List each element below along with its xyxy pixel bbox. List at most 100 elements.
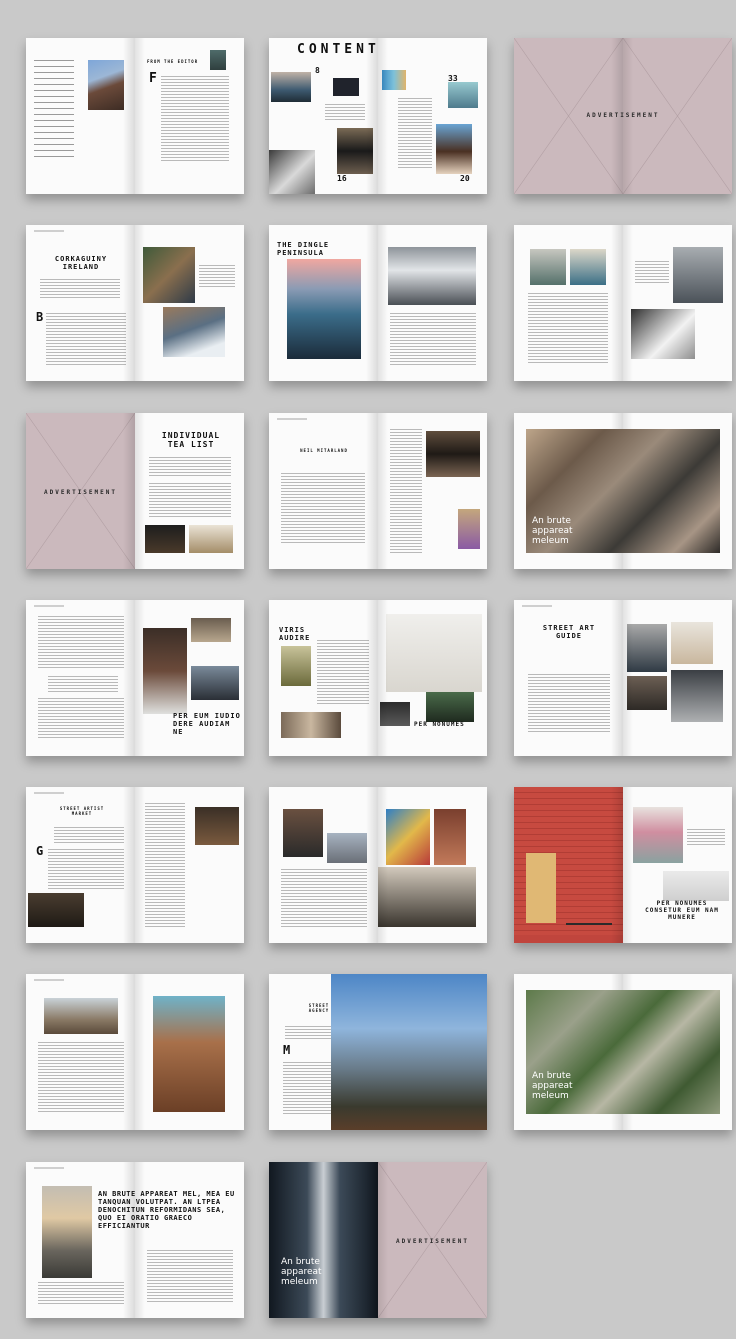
flowers-photo xyxy=(633,807,683,863)
editor-letter-page: FROM THE EDITOR F xyxy=(135,38,244,194)
running-header xyxy=(34,230,64,232)
spread-viris: VIRIS AUDIRE PER NONUMES xyxy=(269,600,487,756)
spread-horse xyxy=(514,225,732,381)
door xyxy=(526,853,556,923)
long-quote-body-left xyxy=(38,1282,124,1306)
editor-heading: FROM THE EDITOR xyxy=(147,59,199,64)
sea-cliff-photo xyxy=(163,307,225,357)
coast-photo-1 xyxy=(530,249,566,285)
window-photo xyxy=(281,712,341,738)
corkaguiny-right xyxy=(135,225,244,381)
curly-portrait-photo xyxy=(143,628,187,714)
dingle-right xyxy=(378,225,487,381)
editor-text xyxy=(161,76,229,162)
rail-photo xyxy=(671,622,713,664)
street-agency-intro xyxy=(285,1026,331,1040)
graffiti-right xyxy=(378,787,487,943)
page-number-16: 16 xyxy=(337,174,347,183)
spread-cn-tower: An brute appareat meleum ADVERTISEMENT xyxy=(269,1162,487,1318)
tower-left xyxy=(26,974,135,1130)
mist-mountain-photo xyxy=(673,247,723,303)
downtown-photo xyxy=(331,974,487,1130)
long-quote-left xyxy=(26,1162,135,1318)
tower-right xyxy=(135,974,244,1130)
tea-title: INDIVIDUAL TEA LIST xyxy=(161,431,221,450)
advertisement-label-3: ADVERTISEMENT xyxy=(396,1238,469,1245)
running-header-4 xyxy=(522,605,552,607)
lagoon-photo xyxy=(448,82,478,108)
street-artist-intro xyxy=(54,827,124,843)
woman-portrait-photo xyxy=(436,124,472,174)
corkaguiny-body xyxy=(46,313,126,365)
page-number-20: 20 xyxy=(460,174,470,183)
keyboard-photo xyxy=(380,702,410,726)
cn-tower-photo xyxy=(269,1162,378,1318)
tea-cup-photo xyxy=(145,525,185,553)
bicycle xyxy=(566,903,612,925)
horse-left xyxy=(514,225,623,381)
street-art-left: STREET ART GUIDE xyxy=(514,600,623,756)
corkaguiny-intro xyxy=(40,279,120,299)
spread-dingle: THE DINGLE PENINSULA xyxy=(269,225,487,381)
running-header-2 xyxy=(277,418,307,420)
brute-overlay-1: An brute appareat meleum xyxy=(532,516,573,546)
desk-photo xyxy=(386,614,482,692)
editor-portrait xyxy=(210,50,226,70)
street-artist-body xyxy=(48,849,124,889)
street-photo xyxy=(627,676,667,710)
corkaguiny-left: CORKAGUINY IRELAND B xyxy=(26,225,135,381)
cn-tower-left: An brute appareat meleum xyxy=(269,1162,378,1318)
bridge-photo xyxy=(88,60,124,110)
street-art-title: STREET ART GUIDE xyxy=(542,624,596,641)
street-artist-title: STREET ARTIST MARKET xyxy=(59,806,105,816)
per-eum-right: PER EUM IUDIO DERE AUDIAM NE xyxy=(135,600,244,756)
mountain-photo xyxy=(388,247,476,305)
per-eum-left xyxy=(26,600,135,756)
spread-neil: NEIL MITARLAND xyxy=(269,413,487,569)
quote-text xyxy=(199,265,235,287)
long-quote-body-right xyxy=(147,1250,233,1302)
horse-body-left xyxy=(528,293,608,365)
white-horse-photo xyxy=(631,309,695,359)
tower-body-left xyxy=(38,1042,124,1114)
plate-photo xyxy=(191,666,239,700)
flowers-text xyxy=(687,829,725,847)
tools-photo xyxy=(28,893,84,927)
camera-hands-photo xyxy=(426,431,480,477)
advert-right-3: ADVERTISEMENT xyxy=(378,1162,487,1318)
spread-tea: ADVERTISEMENT INDIVIDUAL TEA LIST xyxy=(26,413,244,569)
spread-editor: FROM THE EDITOR F xyxy=(26,38,244,194)
laptop-photo xyxy=(426,692,474,722)
street-art-right xyxy=(623,600,732,756)
drop-cap-g: G xyxy=(36,844,45,858)
page-number-33: 33 xyxy=(448,74,458,83)
sunset-city-photo xyxy=(42,1186,92,1278)
neil-right xyxy=(378,413,487,569)
corkaguiny-title: CORKAGUINY IRELAND xyxy=(54,255,108,272)
spread-street-agency: STREET AGENCY M xyxy=(269,974,487,1130)
running-header-3 xyxy=(34,605,64,607)
graffiti-body-left xyxy=(281,869,367,927)
per-nonumes-short: PER NONUMES xyxy=(414,721,465,728)
per-eum-heading: PER EUM IUDIO DERE AUDIAM NE xyxy=(173,712,241,737)
running-header-5 xyxy=(34,792,64,794)
viris-body xyxy=(317,640,369,706)
city-skyline-photo xyxy=(44,998,118,1034)
street-artist-col xyxy=(145,803,185,927)
page-number-8: 8 xyxy=(315,66,320,75)
coast-photo xyxy=(271,72,311,102)
red-door-left xyxy=(514,787,623,943)
drop-cap: F xyxy=(149,71,158,86)
brick-wall-photo xyxy=(434,809,466,865)
spread-advert-1: ADVERTISEMENT xyxy=(514,38,732,194)
contents-list-right xyxy=(398,98,432,168)
brute-overlay-3: An brute appareat meleum xyxy=(281,1257,322,1287)
drop-cap-b: B xyxy=(36,310,45,324)
credits-text xyxy=(34,60,74,160)
tea-plate-photo xyxy=(189,525,233,553)
spread-highway: An brute appareat meleum xyxy=(514,974,732,1130)
coast-photo-2 xyxy=(570,249,606,285)
per-eum-quote xyxy=(48,676,118,692)
camera-photo xyxy=(337,128,373,174)
blonde-portrait-photo xyxy=(458,509,480,549)
